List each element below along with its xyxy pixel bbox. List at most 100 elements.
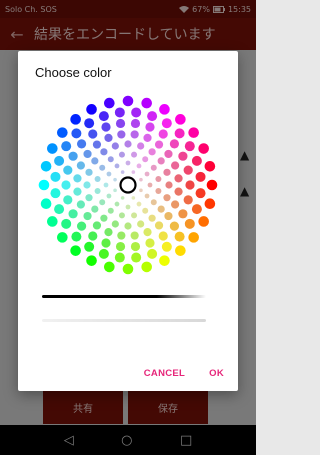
color-dot[interactable] [103, 182, 109, 188]
color-dot[interactable] [155, 188, 162, 195]
color-dot[interactable] [114, 163, 120, 169]
color-dot[interactable] [94, 175, 101, 182]
color-dot[interactable] [86, 104, 97, 115]
color-dot[interactable] [157, 157, 165, 165]
color-dot[interactable] [161, 118, 172, 129]
color-dot[interactable] [130, 130, 139, 139]
color-dot[interactable] [141, 97, 152, 109]
color-dot[interactable] [88, 231, 98, 241]
color-dot[interactable] [99, 199, 106, 206]
color-dot[interactable] [115, 241, 126, 252]
color-dot[interactable] [206, 179, 218, 191]
color-dot[interactable] [139, 188, 143, 193]
color-dot[interactable] [117, 130, 126, 139]
color-dot[interactable] [107, 156, 114, 163]
color-dot[interactable] [174, 187, 183, 196]
color-dot[interactable] [76, 139, 87, 149]
color-dot[interactable] [191, 155, 202, 166]
color-dot[interactable] [92, 140, 102, 149]
color-dot[interactable] [117, 231, 126, 240]
color-dot[interactable] [163, 194, 171, 202]
color-dot[interactable] [161, 241, 172, 252]
color-dot[interactable] [178, 209, 188, 219]
color-dot[interactable] [137, 220, 145, 228]
color-dot[interactable] [165, 181, 173, 189]
color-dot[interactable] [150, 164, 157, 171]
color-dot[interactable] [174, 174, 183, 183]
color-dot[interactable] [188, 127, 199, 138]
color-dot[interactable] [61, 180, 71, 190]
color-dot[interactable] [178, 151, 188, 161]
color-dot[interactable] [47, 143, 58, 154]
color-dot[interactable] [175, 114, 186, 125]
color-dot[interactable] [204, 161, 216, 172]
color-dot[interactable] [163, 168, 171, 176]
color-dot[interactable] [147, 248, 158, 259]
color-dot[interactable] [137, 142, 145, 150]
color-dot[interactable] [57, 127, 68, 138]
color-dot[interactable] [73, 187, 82, 196]
color-dot[interactable] [104, 261, 115, 273]
color-dot[interactable] [84, 118, 95, 129]
color-dot[interactable] [120, 170, 125, 174]
color-dot[interactable] [54, 155, 65, 166]
color-dot[interactable] [130, 231, 139, 240]
color-dot[interactable] [100, 214, 108, 222]
color-dot[interactable] [47, 216, 58, 227]
color-dot[interactable] [104, 228, 113, 237]
color-dot[interactable] [155, 175, 162, 182]
color-dot[interactable] [57, 232, 68, 243]
color-dot[interactable] [98, 111, 109, 122]
color-dot[interactable] [70, 114, 81, 125]
color-dot[interactable] [61, 141, 72, 152]
ok-button[interactable]: OK [209, 368, 224, 379]
color-dot[interactable] [150, 199, 157, 206]
color-dot[interactable] [91, 157, 99, 165]
color-dot[interactable] [124, 222, 132, 230]
color-dot[interactable] [63, 165, 73, 175]
color-dot[interactable] [122, 263, 134, 275]
color-dot[interactable] [145, 122, 155, 132]
color-dot[interactable] [40, 161, 52, 172]
cancel-button[interactable]: CANCEL [144, 368, 185, 379]
color-dot[interactable] [83, 149, 92, 159]
color-dot[interactable] [175, 245, 186, 256]
color-dot[interactable] [174, 128, 185, 139]
color-dot[interactable] [61, 218, 72, 229]
color-dot[interactable] [111, 220, 119, 228]
color-dot[interactable] [114, 252, 125, 263]
color-dot[interactable] [131, 107, 142, 118]
color-dot[interactable] [76, 200, 85, 209]
color-dot[interactable] [71, 128, 82, 139]
color-dot[interactable] [71, 231, 82, 242]
color-dot[interactable] [143, 228, 152, 237]
color-dot[interactable] [159, 255, 170, 266]
color-dot[interactable] [54, 204, 65, 215]
alpha-slider[interactable] [42, 319, 206, 322]
color-dot[interactable] [141, 261, 152, 273]
color-dot[interactable] [136, 201, 142, 207]
color-dot[interactable] [171, 200, 180, 209]
color-dot[interactable] [184, 141, 195, 152]
color-dot[interactable] [104, 97, 115, 109]
color-dot[interactable] [92, 221, 102, 230]
color-dot[interactable] [174, 231, 185, 242]
color-dot[interactable] [195, 188, 206, 199]
color-dot[interactable] [113, 188, 117, 193]
color-dot[interactable] [184, 218, 195, 229]
color-dot[interactable] [164, 149, 173, 159]
color-dot[interactable] [98, 248, 109, 259]
color-dot[interactable] [73, 174, 82, 183]
color-dot[interactable] [76, 161, 85, 170]
color-dot[interactable] [85, 194, 93, 202]
color-dot[interactable] [88, 129, 98, 139]
color-dot[interactable] [125, 160, 131, 166]
color-dot[interactable] [198, 143, 209, 154]
color-dot[interactable] [148, 214, 156, 222]
color-dot[interactable] [157, 205, 165, 213]
color-dot[interactable] [188, 232, 199, 243]
color-dot[interactable] [183, 195, 193, 205]
color-dot[interactable] [158, 129, 168, 139]
color-dot[interactable] [114, 107, 125, 118]
color-dot[interactable] [107, 207, 114, 214]
